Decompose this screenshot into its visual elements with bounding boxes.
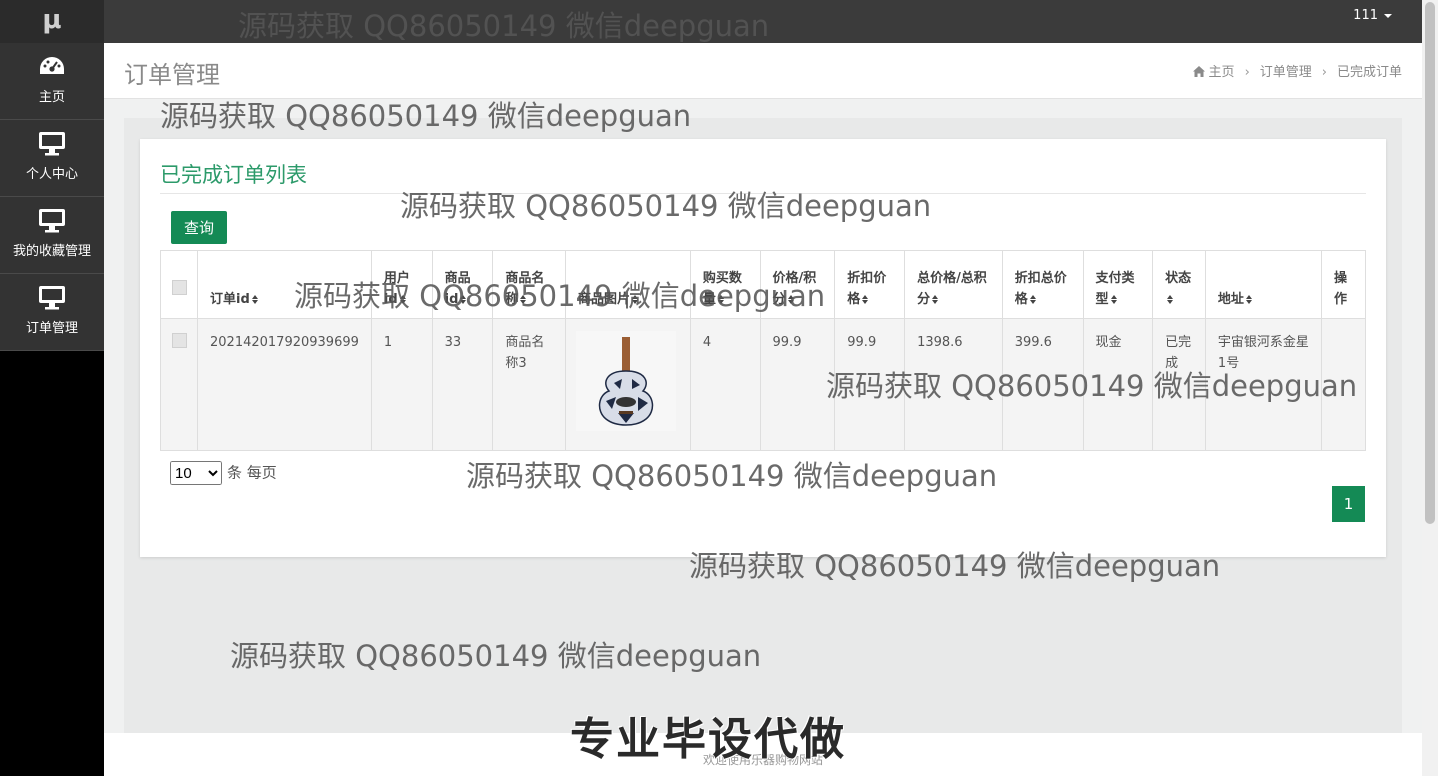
cell-total: 1398.6 [904,318,1003,451]
user-name: 111 [1353,8,1378,23]
column-header[interactable]: 商品id [431,250,494,319]
column-header[interactable]: 状态 [1152,250,1206,319]
caret-down-icon [1384,13,1392,18]
sidebar-item-home[interactable]: 主页 [0,43,104,120]
breadcrumb-current: 已完成订单 [1336,65,1402,80]
table-header-row: 订单id 用户id 商品id 商品名称 商品图片 购买数量 价格/积分 折扣价格… [160,250,1367,319]
home-icon [1192,66,1205,77]
column-header[interactable]: 折扣价格 [834,250,906,319]
sidebar-item-favorites[interactable]: 我的收藏管理 [0,197,104,274]
column-header[interactable]: 支付类型 [1082,250,1154,319]
table-row: 202142017920939699 1 33 商品名称3 4 99.9 99.… [160,318,1367,451]
cell-price: 99.9 [759,318,836,451]
monitor-icon [39,209,65,233]
page-button-current[interactable]: 1 [1332,486,1365,522]
column-header[interactable]: 购买数量 [689,250,761,319]
cell-status: 已完成 [1152,318,1206,451]
breadcrumb: 主页 › 订单管理 › 已完成订单 [1192,61,1402,80]
sidebar-item-label: 订单管理 [25,321,78,336]
breadcrumb-orders[interactable]: 订单管理 [1260,65,1312,80]
sidebar-item-label: 主页 [38,90,65,105]
query-button[interactable]: 查询 [171,211,227,244]
dashboard-icon [40,57,64,74]
sort-icon [460,295,467,304]
cell-goods-name: 商品名称3 [492,318,566,451]
breadcrumb-separator: › [1244,65,1250,80]
column-header[interactable]: 商品名称 [492,250,566,319]
sort-icon [1110,295,1118,304]
sort-icon [251,295,259,304]
page-title: 订单管理 [124,61,220,89]
page-header: 订单管理 主页 › 订单管理 › 已完成订单 [104,43,1422,99]
cell-discount-price: 99.9 [834,318,906,451]
sort-icon [1029,295,1037,304]
sort-icon [932,295,939,304]
cell-goods-image [564,318,691,451]
sidebar-item-label: 我的收藏管理 [12,244,91,259]
column-header: 操作 [1320,250,1367,319]
cell-actions [1320,318,1367,451]
promo-banner: 专业毕设代做 [570,714,846,765]
sort-icon [399,295,407,304]
cell-address: 宇宙银河系金星1号 [1204,318,1322,451]
sort-icon [1167,295,1174,304]
sidebar-item-orders[interactable]: 订单管理 [0,274,104,351]
page-scrollbar[interactable] [1422,0,1438,776]
sidebar: 主页 个人中心 我的收藏管理 订单管理 [0,43,104,776]
row-select[interactable] [160,318,198,451]
column-header[interactable]: 地址 [1204,250,1322,319]
column-header[interactable]: 总价格/总积分 [904,250,1003,319]
per-page-label: 条 每页 [227,463,277,482]
column-header[interactable]: 商品图片 [564,250,691,319]
select-all-checkbox[interactable] [172,280,187,295]
product-image [575,331,676,431]
panel-title: 已完成订单列表 [160,163,307,187]
cell-goods-id: 33 [431,318,494,451]
row-checkbox[interactable] [172,333,187,348]
column-header[interactable]: 用户id [370,250,433,319]
sort-icon [717,295,725,304]
column-header[interactable]: 折扣总价格 [1001,250,1084,319]
breadcrumb-home[interactable]: 主页 [1209,65,1235,80]
sidebar-item-label: 个人中心 [25,167,78,182]
cell-pay-type: 现金 [1082,318,1154,451]
sort-icon [862,295,869,304]
sort-icon [631,295,639,304]
cell-discount-total: 399.6 [1001,318,1084,451]
sort-icon [787,295,795,304]
breadcrumb-separator: › [1321,65,1327,80]
orders-table: 订单id 用户id 商品id 商品名称 商品图片 购买数量 价格/积分 折扣价格… [160,250,1367,451]
logo: μ [0,0,104,43]
cell-order-id: 202142017920939699 [197,318,372,451]
orders-panel: 已完成订单列表 查询 订单id 用户id 商品id 商品名称 商品图片 购买数量… [140,139,1386,557]
sort-icon [1245,295,1253,304]
monitor-icon [39,286,65,310]
divider [160,193,1366,194]
page-size-select[interactable]: 10 [170,461,222,485]
cell-user-id: 1 [370,318,433,451]
page-size-control: 10 条 每页 [170,461,277,485]
column-header[interactable]: 价格/积分 [759,250,836,319]
user-menu[interactable]: 111 [1353,8,1392,23]
monitor-icon [39,132,65,156]
cell-qty: 4 [689,318,761,451]
sidebar-item-profile[interactable]: 个人中心 [0,120,104,197]
scrollbar-thumb[interactable] [1425,2,1435,524]
sort-icon [520,295,527,304]
top-bar: μ 111 [0,0,1422,43]
header-select-all[interactable] [160,250,198,319]
column-header[interactable]: 订单id [197,250,372,319]
